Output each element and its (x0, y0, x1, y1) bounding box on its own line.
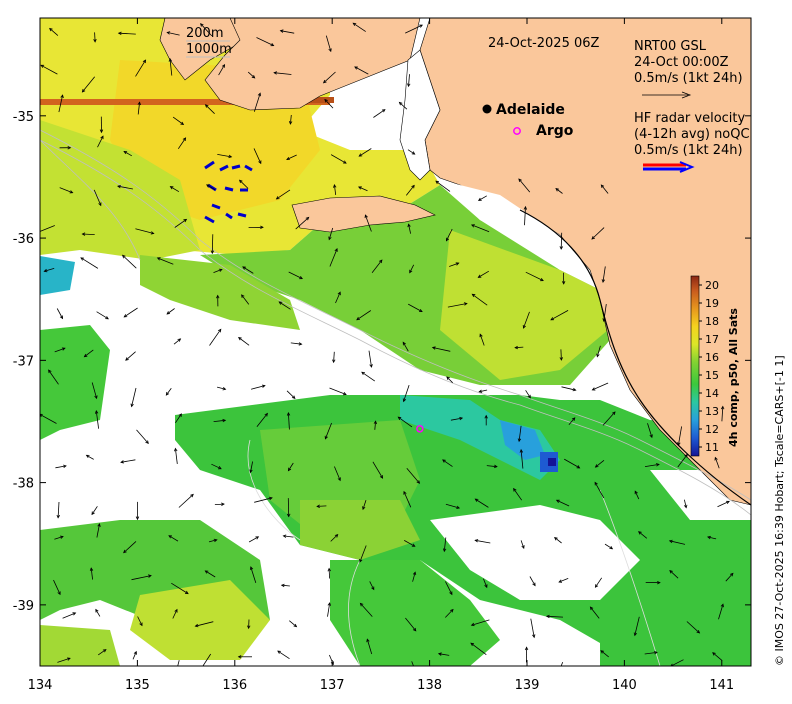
radar-legend-line3: 0.5m/s (1kt 24h) (634, 143, 743, 158)
velocity-arrow-head (37, 231, 40, 234)
timestamp-label: 24-Oct-2025 06Z (488, 36, 600, 51)
colorbar-tick-label: 13 (705, 405, 719, 418)
colorbar-tick-label: 12 (705, 423, 719, 436)
x-tick-label: 139 (515, 678, 540, 693)
velocity-arrow (561, 349, 562, 360)
velocity-arrow-head (200, 668, 203, 671)
map-svg: 134 135 136 137 138 139 140 141 -35 -36 -37 -38 -39… (0, 0, 792, 700)
gsl-legend-line3: 0.5m/s (1kt 24h) (634, 71, 743, 86)
x-tick-label: 138 (417, 678, 442, 693)
gsl-legend-line2: 24-Oct 00:00Z (634, 55, 729, 70)
x-tick-label: 134 (28, 678, 53, 693)
y-tick-label: -36 (13, 232, 34, 247)
x-tick-label: 135 (125, 678, 150, 693)
velocity-arrow-head (413, 667, 416, 670)
colorbar-tick-label: 19 (705, 297, 719, 310)
adelaide-label: Adelaide (496, 102, 565, 118)
y-tick-label: -37 (13, 354, 34, 369)
x-tick-label: 136 (222, 678, 247, 693)
gsl-legend-line1: NRT00 GSL (634, 39, 707, 54)
colorbar-ramp (691, 276, 699, 456)
radar-legend-line2: (4-12h avg) noQC (634, 127, 750, 142)
velocity-arrow (561, 233, 562, 249)
colorbar-title: 4h comp, p50, All Sats (727, 308, 740, 447)
colorbar-tick-label: 17 (705, 333, 719, 346)
colorbar-tick-label: 11 (705, 441, 719, 454)
colorbar-tick-label: 16 (705, 351, 719, 364)
colorbar-tick-label: 20 (705, 279, 719, 292)
colorbar-tick-label: 18 (705, 315, 719, 328)
sst-map-figure: 134 135 136 137 138 139 140 141 -35 -36 -37 -38 -39… (0, 0, 792, 700)
velocity-arrow-head (174, 673, 177, 676)
adelaide-marker (483, 105, 492, 114)
velocity-arrow-head (557, 673, 560, 676)
y-tick-label: -39 (13, 599, 34, 614)
velocity-arrow (212, 234, 213, 253)
isobath-1000m-label: 1000m (186, 42, 232, 57)
y-tick-label: -38 (13, 477, 34, 492)
colorbar-tick-label: 14 (705, 387, 719, 400)
x-tick-label: 141 (709, 678, 734, 693)
x-tick-label: 140 (612, 678, 637, 693)
x-tick-label: 137 (320, 678, 345, 693)
isobath-200m-label: 200m (186, 26, 223, 41)
y-tick-label: -35 (13, 110, 34, 125)
argo-label: Argo (536, 123, 574, 139)
copyright-notice: © IMOS 27-Oct-2025 16:39 Hobart; Tscale=… (773, 355, 786, 666)
colorbar-tick-label: 15 (705, 369, 719, 382)
radar-legend-line1: HF radar velocity (634, 111, 746, 126)
